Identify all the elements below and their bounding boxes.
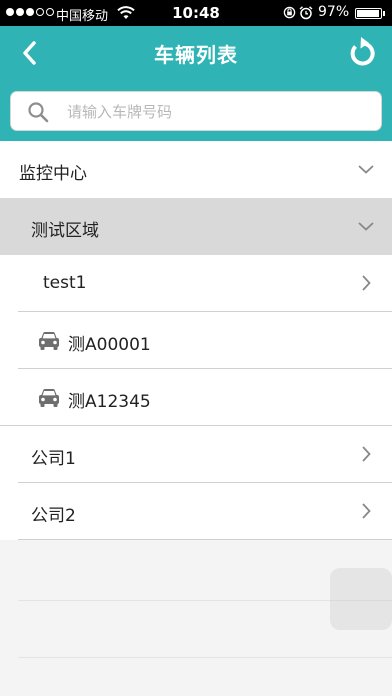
tree-node-monitoring-center[interactable]: 监控中心 — [0, 141, 392, 198]
tree-node-test-region[interactable]: 测试区域 — [0, 198, 392, 255]
chevron-right-icon — [362, 275, 371, 291]
alarm-icon — [299, 6, 313, 20]
vehicle-row[interactable]: 测A12345 — [0, 369, 392, 426]
search-box[interactable] — [10, 91, 382, 131]
vehicle-tree: 监控中心 测试区域 test1 测A00001 测A12345 公司1 公司2 — [0, 141, 392, 540]
car-icon — [39, 332, 59, 350]
tree-node-company-1[interactable]: 公司1 — [0, 426, 392, 483]
tree-node-company-2[interactable]: 公司2 — [0, 483, 392, 540]
chevron-down-icon — [358, 165, 374, 174]
vehicle-plate: 测A00001 — [68, 335, 151, 355]
tree-node-test1[interactable]: test1 — [0, 255, 392, 312]
car-icon — [39, 389, 59, 407]
tree-node-label: 监控中心 — [19, 164, 87, 184]
search-input[interactable] — [65, 98, 369, 126]
vehicle-plate: 测A12345 — [68, 392, 151, 412]
refresh-icon[interactable] — [343, 35, 379, 71]
status-bar: 中国移动 10:48 97% — [0, 0, 392, 26]
tree-node-label: test1 — [43, 273, 87, 293]
rotation-lock-icon — [283, 6, 296, 19]
vehicle-row[interactable]: 测A00001 — [0, 312, 392, 369]
battery-icon — [355, 8, 382, 19]
floating-assistive-button[interactable] — [330, 568, 392, 630]
chevron-down-icon — [358, 222, 374, 231]
page-title: 车辆列表 — [154, 43, 238, 67]
app-screen: 中国移动 10:48 97% 车辆列表 请输入车牌号码 监控中心 测试区域 te… — [0, 0, 392, 696]
search-icon — [28, 102, 49, 123]
battery-percent: 97% — [318, 4, 350, 20]
chevron-right-icon — [362, 446, 371, 462]
tree-node-label: 测试区域 — [31, 221, 99, 241]
chevron-right-icon — [362, 503, 371, 519]
tree-node-label: 公司1 — [31, 449, 76, 469]
nav-bar: 车辆列表 — [0, 26, 392, 80]
tree-node-label: 公司2 — [31, 506, 76, 526]
search-bar — [0, 80, 392, 141]
